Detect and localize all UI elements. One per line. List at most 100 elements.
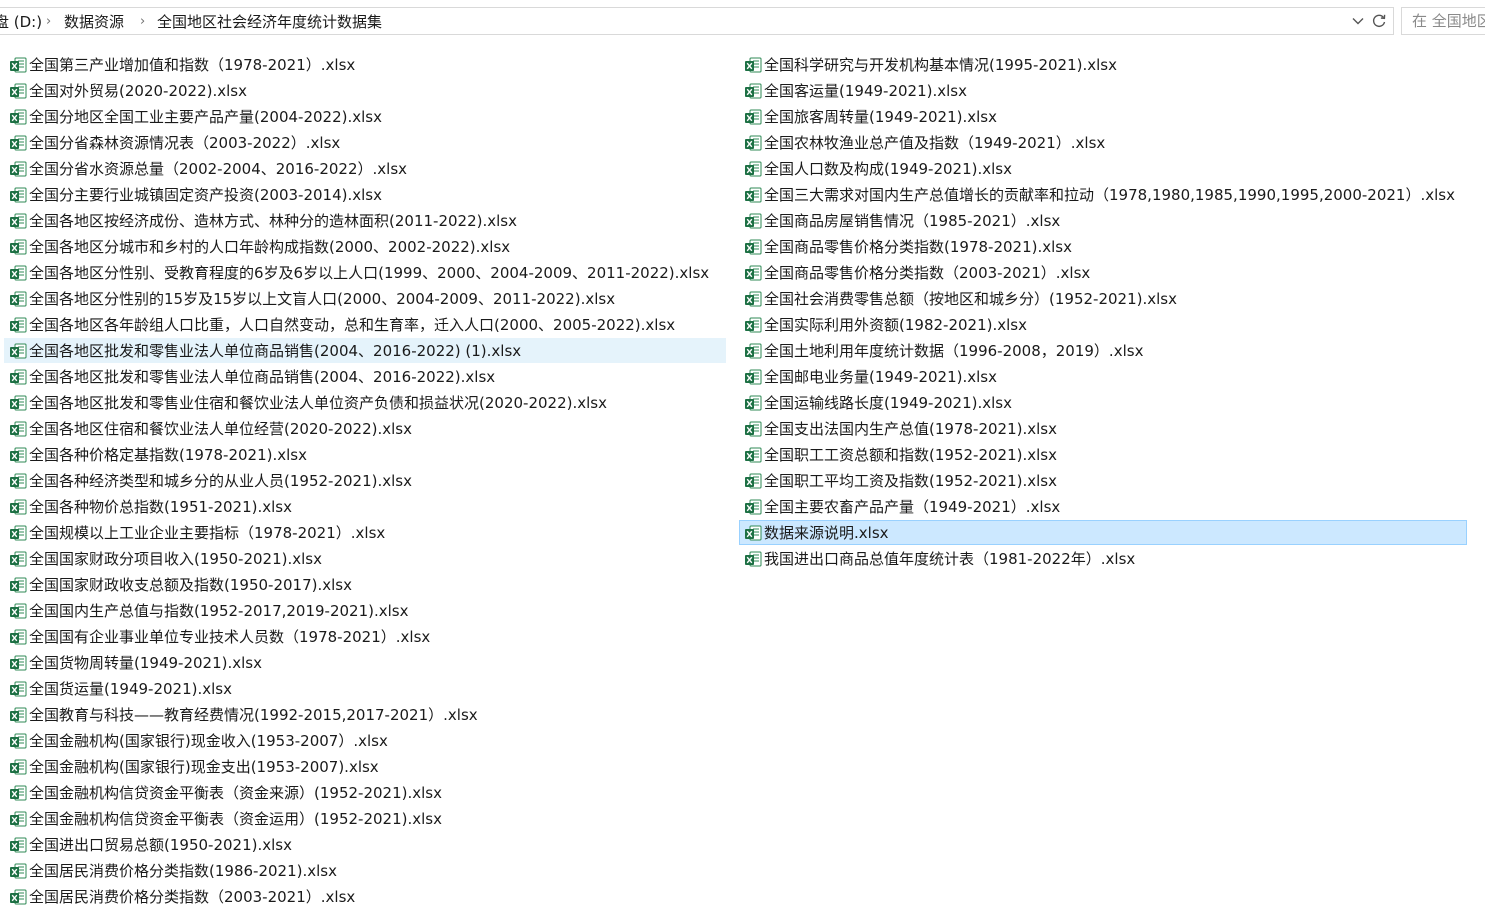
file-item[interactable]: 全国实际利用外资额(1982-2021).xlsx <box>739 312 1467 337</box>
file-item[interactable]: 全国社会消费零售总额（按地区和城乡分）(1952-2021).xlsx <box>739 286 1467 311</box>
breadcrumb-separator-icon[interactable]: › <box>140 14 145 30</box>
file-item[interactable]: 全国支出法国内生产总值(1978-2021).xlsx <box>739 416 1467 441</box>
file-item[interactable]: 全国规模以上工业企业主要指标（1978-2021）.xlsx <box>4 520 726 545</box>
excel-file-icon <box>745 135 762 150</box>
file-item[interactable]: 全国农林牧渔业总产值及指数（1949-2021）.xlsx <box>739 130 1467 155</box>
file-item[interactable]: 全国土地利用年度统计数据（1996-2008，2019）.xlsx <box>739 338 1467 363</box>
file-item[interactable]: 全国旅客周转量(1949-2021).xlsx <box>739 104 1467 129</box>
file-name-label: 全国进出口贸易总额(1950-2021).xlsx <box>29 835 292 854</box>
excel-file-icon <box>10 135 27 150</box>
chevron-down-icon[interactable] <box>1348 9 1368 33</box>
file-item[interactable]: 全国金融机构(国家银行)现金收入(1953-2007）.xlsx <box>4 728 726 753</box>
breadcrumb-folder-data[interactable]: 数据资源 <box>64 14 124 30</box>
excel-file-icon <box>10 369 27 384</box>
excel-file-icon <box>745 551 762 566</box>
file-item[interactable]: 全国金融机构信贷资金平衡表（资金运用）(1952-2021).xlsx <box>4 806 726 831</box>
file-item[interactable]: 我国进出口商品总值年度统计表（1981-2022年）.xlsx <box>739 546 1467 571</box>
file-item[interactable]: 全国职工平均工资及指数(1952-2021).xlsx <box>739 468 1467 493</box>
file-item[interactable]: 全国国家财政分项目收入(1950-2021).xlsx <box>4 546 726 571</box>
file-item[interactable]: 全国三大需求对国内生产总值增长的贡献率和拉动（1978,1980,1985,19… <box>739 182 1467 207</box>
file-name-label: 全国第三产业增加值和指数（1978-2021）.xlsx <box>29 55 356 74</box>
file-name-label: 全国规模以上工业企业主要指标（1978-2021）.xlsx <box>29 523 386 542</box>
file-item[interactable]: 全国各地区住宿和餐饮业法人单位经营(2020-2022).xlsx <box>4 416 726 441</box>
file-item[interactable]: 全国国家财政收支总额及指数(1950-2017).xlsx <box>4 572 726 597</box>
file-item[interactable]: 全国分省水资源总量（2002-2004、2016-2022）.xlsx <box>4 156 726 181</box>
file-item[interactable]: 全国各种物价总指数(1951-2021).xlsx <box>4 494 726 519</box>
file-item[interactable]: 全国客运量(1949-2021).xlsx <box>739 78 1467 103</box>
excel-file-icon <box>10 317 27 332</box>
file-name-label: 全国商品零售价格分类指数（2003-2021）.xlsx <box>764 263 1091 282</box>
file-item[interactable]: 全国各地区批发和零售业法人单位商品销售(2004、2016-2022).xlsx <box>4 364 726 389</box>
file-name-label: 全国货物周转量(1949-2021).xlsx <box>29 653 262 672</box>
file-item[interactable]: 全国各地区各年龄组人口比重，人口自然变动，总和生育率，迁入人口(2000、200… <box>4 312 726 337</box>
excel-file-icon <box>745 343 762 358</box>
file-name-label: 全国主要农畜产品产量（1949-2021）.xlsx <box>764 497 1061 516</box>
file-item[interactable]: 全国第三产业增加值和指数（1978-2021）.xlsx <box>4 52 726 77</box>
file-item[interactable]: 全国各地区批发和零售业法人单位商品销售(2004、2016-2022) (1).… <box>4 338 726 363</box>
file-item[interactable]: 全国商品房屋销售情况（1985-2021）.xlsx <box>739 208 1467 233</box>
file-item[interactable]: 全国各地区按经济成份、造林方式、林种分的造林面积(2011-2022).xlsx <box>4 208 726 233</box>
file-item[interactable]: 全国各地区分城市和乡村的人口年龄构成指数(2000、2002-2022).xls… <box>4 234 726 259</box>
excel-file-icon <box>745 447 762 462</box>
file-item[interactable]: 全国金融机构信贷资金平衡表（资金来源）(1952-2021).xlsx <box>4 780 726 805</box>
file-item[interactable]: 全国进出口贸易总额(1950-2021).xlsx <box>4 832 726 857</box>
file-name-label: 全国各地区批发和零售业法人单位商品销售(2004、2016-2022) (1).… <box>29 341 522 360</box>
file-name-label: 全国科学研究与开发机构基本情况(1995-2021).xlsx <box>764 55 1117 74</box>
file-name-label: 全国农林牧渔业总产值及指数（1949-2021）.xlsx <box>764 133 1106 152</box>
file-item[interactable]: 全国分地区全国工业主要产品产量(2004-2022).xlsx <box>4 104 726 129</box>
file-item[interactable]: 全国各地区分性别的15岁及15岁以上文盲人口(2000、2004-2009、20… <box>4 286 726 311</box>
file-item[interactable]: 全国居民消费价格分类指数(1986-2021).xlsx <box>4 858 726 883</box>
file-item[interactable]: 全国各地区批发和零售业住宿和餐饮业法人单位资产负债和损益状况(2020-2022… <box>4 390 726 415</box>
file-item[interactable]: 全国商品零售价格分类指数(1978-2021).xlsx <box>739 234 1467 259</box>
file-name-label: 全国各地区分城市和乡村的人口年龄构成指数(2000、2002-2022).xls… <box>29 237 511 256</box>
file-item[interactable]: 全国商品零售价格分类指数（2003-2021）.xlsx <box>739 260 1467 285</box>
file-name-label: 全国各地区分性别、受教育程度的6岁及6岁以上人口(1999、2000、2004-… <box>29 263 710 282</box>
file-item[interactable]: 全国国内生产总值与指数(1952-2017,2019-2021).xlsx <box>4 598 726 623</box>
file-item[interactable]: 全国人口数及构成(1949-2021).xlsx <box>739 156 1467 181</box>
file-item[interactable]: 全国科学研究与开发机构基本情况(1995-2021).xlsx <box>739 52 1467 77</box>
file-item[interactable]: 全国运输线路长度(1949-2021).xlsx <box>739 390 1467 415</box>
file-item[interactable]: 全国各种经济类型和城乡分的从业人员(1952-2021).xlsx <box>4 468 726 493</box>
excel-file-icon <box>10 811 27 826</box>
excel-file-icon <box>745 291 762 306</box>
file-name-label: 全国货运量(1949-2021).xlsx <box>29 679 232 698</box>
breadcrumb-drive[interactable]: 盘 (D:) <box>0 14 42 30</box>
file-item[interactable]: 全国货运量(1949-2021).xlsx <box>4 676 726 701</box>
file-item[interactable]: 全国各种价格定基指数(1978-2021).xlsx <box>4 442 726 467</box>
file-name-label: 全国金融机构(国家银行)现金支出(1953-2007).xlsx <box>29 757 379 776</box>
file-item[interactable]: 全国邮电业务量(1949-2021).xlsx <box>739 364 1467 389</box>
file-item[interactable]: 全国教育与科技——教育经费情况(1992-2015,2017-2021）.xls… <box>4 702 726 727</box>
excel-file-icon <box>745 57 762 72</box>
file-item[interactable]: 全国各地区分性别、受教育程度的6岁及6岁以上人口(1999、2000、2004-… <box>4 260 726 285</box>
file-item[interactable]: 全国分主要行业城镇固定资产投资(2003-2014).xlsx <box>4 182 726 207</box>
breadcrumb-separator-icon[interactable]: › <box>46 14 51 30</box>
file-item[interactable]: 数据来源说明.xlsx <box>739 520 1467 545</box>
file-name-label: 全国各种物价总指数(1951-2021).xlsx <box>29 497 292 516</box>
file-item[interactable]: 全国货物周转量(1949-2021).xlsx <box>4 650 726 675</box>
refresh-icon[interactable] <box>1369 9 1389 33</box>
file-item[interactable]: 全国职工工资总额和指数(1952-2021).xlsx <box>739 442 1467 467</box>
file-name-label: 全国国内生产总值与指数(1952-2017,2019-2021).xlsx <box>29 601 409 620</box>
file-name-label: 全国商品零售价格分类指数(1978-2021).xlsx <box>764 237 1072 256</box>
file-name-label: 全国金融机构(国家银行)现金收入(1953-2007）.xlsx <box>29 731 388 750</box>
excel-file-icon <box>745 109 762 124</box>
file-name-label: 全国各地区住宿和餐饮业法人单位经营(2020-2022).xlsx <box>29 419 412 438</box>
excel-file-icon <box>745 239 762 254</box>
file-name-label: 全国居民消费价格分类指数（2003-2021）.xlsx <box>29 887 356 906</box>
file-item[interactable]: 全国居民消费价格分类指数（2003-2021）.xlsx <box>4 884 726 909</box>
excel-file-icon <box>10 681 27 696</box>
excel-file-icon <box>10 655 27 670</box>
file-name-label: 全国教育与科技——教育经费情况(1992-2015,2017-2021）.xls… <box>29 705 478 724</box>
file-item[interactable]: 全国主要农畜产品产量（1949-2021）.xlsx <box>739 494 1467 519</box>
file-item[interactable]: 全国国有企业事业单位专业技术人员数（1978-2021）.xlsx <box>4 624 726 649</box>
search-input[interactable] <box>1402 8 1485 34</box>
file-item[interactable]: 全国对外贸易(2020-2022).xlsx <box>4 78 726 103</box>
file-item[interactable]: 全国金融机构(国家银行)现金支出(1953-2007).xlsx <box>4 754 726 779</box>
breadcrumb-current-folder[interactable]: 全国地区社会经济年度统计数据集 <box>157 14 382 30</box>
excel-file-icon <box>10 473 27 488</box>
file-name-label: 全国分地区全国工业主要产品产量(2004-2022).xlsx <box>29 107 382 126</box>
address-bar[interactable]: 盘 (D:) › 数据资源 › 全国地区社会经济年度统计数据集 <box>0 7 1394 35</box>
search-box[interactable] <box>1401 7 1485 35</box>
file-item[interactable]: 全国分省森林资源情况表（2003-2022）.xlsx <box>4 130 726 155</box>
excel-file-icon <box>745 369 762 384</box>
